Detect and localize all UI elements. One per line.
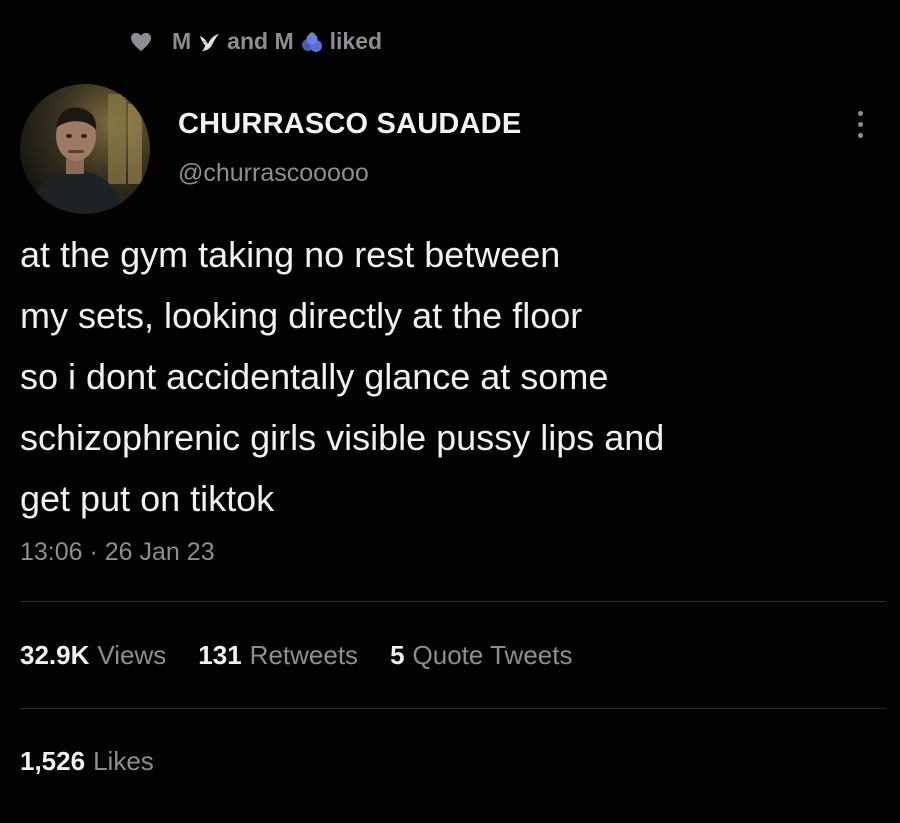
quote-tweets-stat[interactable]: 5 Quote Tweets [390, 640, 572, 671]
dove-icon [200, 33, 220, 51]
social-context[interactable]: M and M liked [130, 28, 382, 55]
author-info[interactable]: CHURRASCO SAUDADE @churrascooooo [178, 108, 521, 188]
liker-one: M [172, 28, 192, 54]
retweets-count: 131 [198, 640, 242, 670]
divider [20, 601, 886, 602]
more-dot-icon [857, 121, 863, 127]
liked-label: liked [329, 28, 383, 54]
likes-label: Likes [93, 746, 154, 776]
tweet-page: M and M liked CHURRASCO SAUDADE @churras… [0, 0, 900, 823]
divider [20, 708, 886, 709]
views-count: 32.9K [20, 640, 90, 670]
avatar[interactable] [20, 84, 150, 214]
tweet-text: at the gym taking no rest between my set… [20, 234, 665, 519]
more-dot-icon [857, 132, 863, 138]
avatar-image [20, 84, 150, 214]
retweets-stat[interactable]: 131 Retweets [198, 640, 358, 671]
tweet-timestamp[interactable]: 13:06 · 26 Jan 23 [20, 538, 215, 567]
engagement-stats: 32.9K Views 131 Retweets 5 Quote Tweets [20, 640, 572, 671]
display-name[interactable]: CHURRASCO SAUDADE [178, 108, 521, 141]
quote-tweets-label: Quote Tweets [412, 640, 573, 670]
views-label: Views [97, 640, 167, 670]
views-stat[interactable]: 32.9K Views [20, 640, 166, 671]
quote-tweets-count: 5 [390, 640, 405, 670]
blueberry-icon [301, 31, 322, 52]
retweets-label: Retweets [249, 640, 359, 670]
heart-icon [131, 32, 151, 51]
likes-stat[interactable]: 1,526 Likes [20, 746, 154, 777]
liker-two: and M [227, 28, 294, 54]
user-handle[interactable]: @churrascooooo [178, 159, 521, 188]
more-dot-icon [857, 110, 863, 116]
more-options-button[interactable] [850, 104, 870, 144]
likes-count: 1,526 [20, 746, 86, 776]
